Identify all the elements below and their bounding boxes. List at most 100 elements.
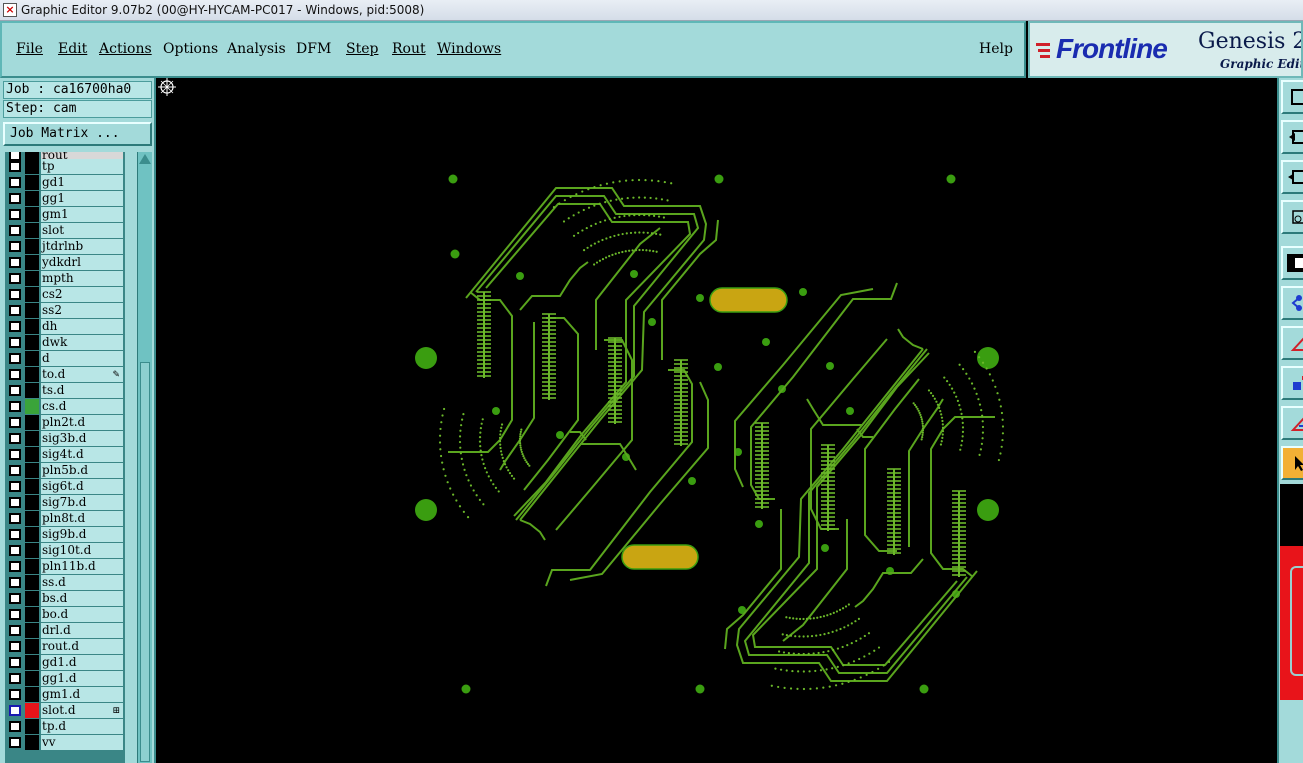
layer-scrollbar[interactable] (137, 152, 152, 763)
layer-color-swatch[interactable] (25, 239, 39, 254)
menu-dfm[interactable]: DFM (296, 41, 331, 57)
layer-checkbox[interactable] (9, 353, 21, 364)
layer-row-ss-d[interactable]: ss.d (5, 575, 125, 590)
layer-color-swatch[interactable] (25, 399, 39, 414)
layer-name[interactable]: ts.d (41, 383, 123, 398)
layer-checkbox[interactable] (9, 289, 21, 300)
layer-color-swatch[interactable] (25, 175, 39, 190)
layer-checkbox[interactable] (9, 481, 21, 492)
layer-row-drl-d[interactable]: drl.d (5, 623, 125, 638)
layer-row-cs2[interactable]: cs2 (5, 287, 125, 302)
layer-checkbox[interactable] (9, 161, 21, 172)
layer-checkbox[interactable] (9, 609, 21, 620)
layer-name[interactable]: bo.d (41, 607, 123, 622)
layer-color-swatch[interactable] (25, 543, 39, 558)
layer-checkbox[interactable] (9, 385, 21, 396)
layer-checkbox[interactable] (9, 433, 21, 444)
layer-row-ts-d[interactable]: ts.d (5, 383, 125, 398)
layer-name[interactable]: pln11b.d (41, 559, 123, 574)
layer-checkbox[interactable] (9, 257, 21, 268)
layer-checkbox[interactable] (9, 449, 21, 460)
layer-name[interactable]: sig6t.d (41, 479, 123, 494)
menu-windows[interactable]: Windows (437, 41, 501, 57)
layer-name[interactable]: slot (41, 223, 123, 238)
layer-name[interactable]: sig3b.d (41, 431, 123, 446)
layer-name[interactable]: d (41, 351, 123, 366)
layer-name[interactable]: cs2 (41, 287, 123, 302)
layer-checkbox[interactable] (9, 465, 21, 476)
zoom-back-button[interactable] (1281, 120, 1303, 154)
layer-checkbox[interactable] (9, 705, 21, 716)
layer-checkbox[interactable] (9, 193, 21, 204)
layer-color-swatch[interactable] (25, 431, 39, 446)
layer-color-swatch[interactable] (25, 191, 39, 206)
zoom-area-button[interactable] (1281, 200, 1303, 234)
layer-color-swatch[interactable] (25, 287, 39, 302)
layer-color-swatch[interactable] (25, 607, 39, 622)
layer-color-swatch[interactable] (25, 415, 39, 430)
layer-color-swatch[interactable] (25, 335, 39, 350)
layer-color-swatch[interactable] (25, 479, 39, 494)
layer-row-pln11b-d[interactable]: pln11b.d (5, 559, 125, 574)
layer-name[interactable]: dh (41, 319, 123, 334)
layer-checkbox[interactable] (9, 337, 21, 348)
layer-color-swatch[interactable] (25, 303, 39, 318)
layer-name[interactable]: gm1 (41, 207, 123, 222)
layer-name[interactable]: dwk (41, 335, 123, 350)
layer-checkbox[interactable] (9, 369, 21, 380)
job-matrix-button[interactable]: Job Matrix ... (3, 122, 152, 146)
layer-row-pln2t-d[interactable]: pln2t.d (5, 415, 125, 430)
measure-button[interactable] (1281, 326, 1303, 360)
layer-row-dh[interactable]: dh (5, 319, 125, 334)
menu-step[interactable]: Step (346, 41, 378, 57)
layer-name[interactable]: sig9b.d (41, 527, 123, 542)
layer-color-swatch[interactable] (25, 655, 39, 670)
menu-edit[interactable]: Edit (58, 41, 87, 57)
layer-checkbox[interactable] (9, 561, 21, 572)
layer-color-swatch[interactable] (25, 591, 39, 606)
layer-color-swatch[interactable] (25, 495, 39, 510)
layer-row-sig4t-d[interactable]: sig4t.d (5, 447, 125, 462)
layer-name[interactable]: tp.d (41, 719, 123, 734)
layer-row-d[interactable]: d (5, 351, 125, 366)
scroll-up-icon[interactable] (139, 154, 151, 164)
layer-checkbox[interactable] (9, 241, 21, 252)
layer-color-swatch[interactable] (25, 511, 39, 526)
layer-checkbox[interactable] (9, 721, 21, 732)
layer-checkbox[interactable] (9, 577, 21, 588)
layer-row-dwk[interactable]: dwk (5, 335, 125, 350)
layer-color-swatch[interactable] (25, 447, 39, 462)
layer-row-pln8t-d[interactable]: pln8t.d (5, 511, 125, 526)
layer-row-sig9b-d[interactable]: sig9b.d (5, 527, 125, 542)
layer-color-swatch[interactable] (25, 735, 39, 750)
layer-checkbox[interactable] (9, 497, 21, 508)
ruler-button[interactable] (1281, 406, 1303, 440)
layer-color-swatch[interactable] (25, 271, 39, 286)
layer-row-gd1[interactable]: gd1 (5, 175, 125, 190)
layer-checkbox[interactable] (9, 417, 21, 428)
layer-row-sig3b-d[interactable]: sig3b.d (5, 431, 125, 446)
layer-checkbox[interactable] (9, 529, 21, 540)
layer-checkbox[interactable] (9, 545, 21, 556)
layer-row-slot[interactable]: slot (5, 223, 125, 238)
layer-name[interactable]: to.d ✎ (41, 367, 123, 382)
layer-row-rout-d[interactable]: rout.d (5, 639, 125, 654)
layer-name[interactable]: gd1 (41, 175, 123, 190)
layer-color-swatch[interactable] (25, 463, 39, 478)
layer-name[interactable]: pln5b.d (41, 463, 123, 478)
layer-row-gd1-d[interactable]: gd1.d (5, 655, 125, 670)
layer-checkbox[interactable] (9, 225, 21, 236)
layer-color-swatch[interactable] (25, 623, 39, 638)
layer-row-gg1[interactable]: gg1 (5, 191, 125, 206)
layer-checkbox[interactable] (9, 177, 21, 188)
layer-checkbox[interactable] (9, 209, 21, 220)
layer-name[interactable]: tp (41, 159, 123, 174)
layer-name[interactable]: vv (41, 735, 123, 750)
layer-name[interactable]: ss2 (41, 303, 123, 318)
layer-row-ss2[interactable]: ss2 (5, 303, 125, 318)
layer-name[interactable]: cs.d (41, 399, 123, 414)
layer-color-swatch[interactable] (25, 351, 39, 366)
layer-checkbox[interactable] (9, 321, 21, 332)
layer-row-jtdrlnb[interactable]: jtdrlnb (5, 239, 125, 254)
layer-name[interactable]: gg1.d (41, 671, 123, 686)
